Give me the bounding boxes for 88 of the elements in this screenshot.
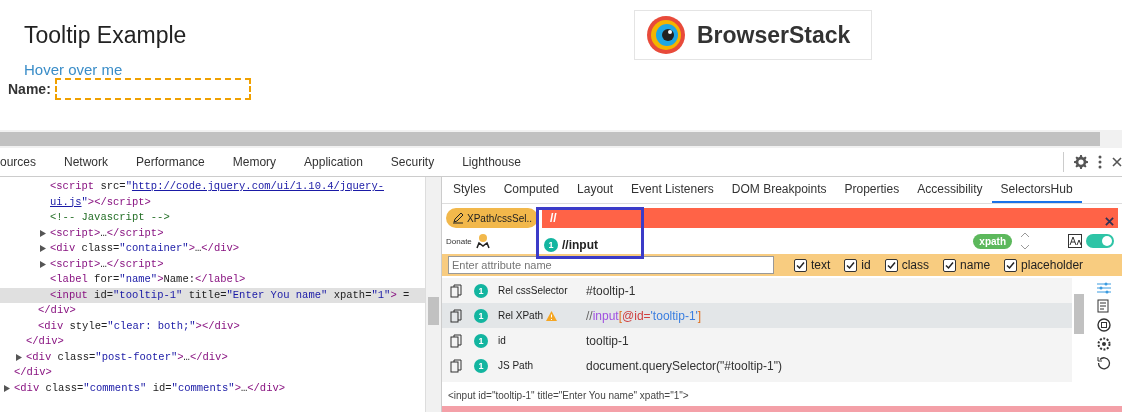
panel-tab[interactable]: Event Listeners bbox=[622, 177, 723, 203]
count-badge: 1 bbox=[474, 308, 488, 323]
gear-icon[interactable] bbox=[1097, 337, 1111, 351]
checkbox[interactable] bbox=[943, 258, 957, 272]
panel-tab[interactable]: Accessibility bbox=[908, 177, 992, 203]
checkbox[interactable] bbox=[1004, 258, 1018, 272]
code-line[interactable]: <div class="post-footer">…</div> bbox=[0, 349, 425, 365]
result-label: id bbox=[498, 335, 506, 346]
checkbox[interactable] bbox=[884, 258, 898, 272]
result-value: //input[@id='tooltip-1'] bbox=[586, 308, 702, 323]
count-badge: 1 bbox=[474, 333, 488, 348]
copy-icon[interactable] bbox=[450, 308, 462, 323]
pencil-icon bbox=[452, 212, 464, 224]
panel-tab[interactable]: Layout bbox=[568, 177, 623, 203]
scrollbar-thumb[interactable] bbox=[1074, 294, 1084, 334]
mode-button[interactable]: XPath/cssSel.. bbox=[446, 208, 539, 228]
code-line[interactable]: <div class="container">…</div> bbox=[0, 241, 425, 257]
result-value: tooltip-1 bbox=[586, 333, 629, 348]
donate-icon[interactable] bbox=[475, 233, 490, 249]
font-icon[interactable] bbox=[1068, 234, 1082, 248]
devtools-tab[interactable]: ources bbox=[0, 148, 51, 176]
expand-triangle-icon[interactable] bbox=[16, 353, 22, 361]
checkbox-label[interactable]: name bbox=[960, 258, 991, 272]
code-line[interactable]: <!-- Javascript --> bbox=[0, 210, 425, 226]
result-value: #tooltip-1 bbox=[586, 283, 636, 298]
page-heading: Tooltip Example bbox=[24, 22, 188, 49]
code-line[interactable]: <div class="comments" id="comments">…</div> bbox=[0, 380, 425, 396]
toggle-switch[interactable] bbox=[1086, 234, 1114, 248]
code-line[interactable]: <label for="name">Name:</label> bbox=[0, 272, 425, 288]
logo-text: BrowserStack bbox=[697, 21, 851, 49]
expand-triangle-icon[interactable] bbox=[4, 384, 10, 392]
panel-tab[interactable]: DOM Breakpoints bbox=[722, 177, 836, 203]
devtools-tab[interactable]: Application bbox=[304, 148, 377, 176]
devtools-tab[interactable]: Performance bbox=[136, 148, 219, 176]
attribute-input-field[interactable]: Enter attribute name bbox=[448, 256, 774, 274]
expand-triangle-icon[interactable] bbox=[40, 260, 46, 268]
checkbox-label[interactable]: id bbox=[861, 258, 871, 272]
element-html-text: <input id="tooltip-1" title="Enter You name" xpath="1"> bbox=[447, 389, 690, 403]
expand-triangle-icon[interactable] bbox=[40, 229, 46, 237]
target-icon[interactable] bbox=[1097, 318, 1111, 332]
result-row[interactable]: 1 Rel XPath //input[@id='tooltip-1'] bbox=[442, 303, 1072, 328]
copy-icon[interactable] bbox=[450, 283, 462, 298]
result-label: JS Path bbox=[498, 360, 534, 371]
code-line[interactable]: <script src="http://code.jquery.com/ui/1.10.4/jquery-ui.js"></script> bbox=[0, 179, 425, 210]
checkbox-label[interactable]: placeholder bbox=[1021, 258, 1084, 272]
name-input-field[interactable] bbox=[54, 78, 251, 100]
count-badge: 1 bbox=[474, 283, 488, 298]
devtools-tab[interactable]: Security bbox=[390, 148, 449, 176]
xpath-badge: xpath bbox=[973, 233, 1012, 249]
suggestion-item[interactable]: 1 //input bbox=[542, 237, 600, 253]
devtools-tab[interactable]: Network bbox=[64, 148, 123, 176]
checkbox[interactable] bbox=[794, 258, 807, 272]
sliders-icon[interactable] bbox=[1097, 282, 1111, 294]
scrollbar-thumb[interactable] bbox=[0, 132, 1100, 146]
checkbox[interactable] bbox=[844, 258, 858, 272]
result-value: document.querySelector("#tooltip-1") bbox=[586, 358, 782, 373]
checkbox-label[interactable]: text bbox=[811, 258, 831, 272]
more-options-icon[interactable] bbox=[1098, 155, 1102, 169]
checkbox-label[interactable]: class bbox=[901, 258, 930, 272]
result-row[interactable]: 1 JS Path document.querySelector("#tooltip-1") bbox=[442, 353, 1072, 378]
panel-tab[interactable]: Computed bbox=[494, 177, 569, 203]
code-line[interactable]: </div> bbox=[0, 303, 425, 319]
code-line[interactable]: <script>…</script> bbox=[0, 225, 425, 241]
result-row[interactable]: 1 id tooltip-1 bbox=[442, 328, 1072, 353]
expand-triangle-icon[interactable] bbox=[40, 245, 46, 252]
devtools-tab[interactable]: Lighthouse bbox=[462, 148, 535, 176]
scrollbar-thumb[interactable] bbox=[428, 297, 439, 325]
code-line[interactable]: <div style="clear: both;"></div> bbox=[0, 318, 425, 334]
donate-label[interactable]: Donate bbox=[446, 236, 472, 246]
hover-link[interactable]: Hover over me bbox=[24, 61, 568, 78]
document-icon[interactable] bbox=[1097, 299, 1111, 313]
close-icon[interactable] bbox=[1112, 157, 1122, 167]
code-line[interactable]: </div> bbox=[0, 334, 425, 350]
result-label: Rel XPath bbox=[498, 310, 544, 321]
panel-tab[interactable]: Styles bbox=[444, 177, 495, 203]
code-line[interactable]: </div> bbox=[0, 365, 425, 381]
result-label: Rel cssSelector bbox=[498, 285, 568, 296]
count-badge: 1 bbox=[474, 358, 488, 373]
panel-tab[interactable]: SelectorsHub bbox=[991, 177, 1082, 203]
name-label: Name: bbox=[8, 81, 51, 97]
result-row[interactable]: 1 Rel cssSelector #tooltip-1 bbox=[442, 278, 1072, 303]
copy-icon[interactable] bbox=[450, 333, 462, 348]
reset-icon[interactable] bbox=[1097, 356, 1111, 370]
settings-icon[interactable] bbox=[1074, 155, 1088, 169]
code-line[interactable]: <script>…</script> bbox=[0, 256, 425, 272]
devtools-tab[interactable]: Memory bbox=[232, 148, 291, 176]
copy-icon[interactable] bbox=[450, 358, 462, 373]
panel-tab[interactable]: Properties bbox=[835, 177, 909, 203]
